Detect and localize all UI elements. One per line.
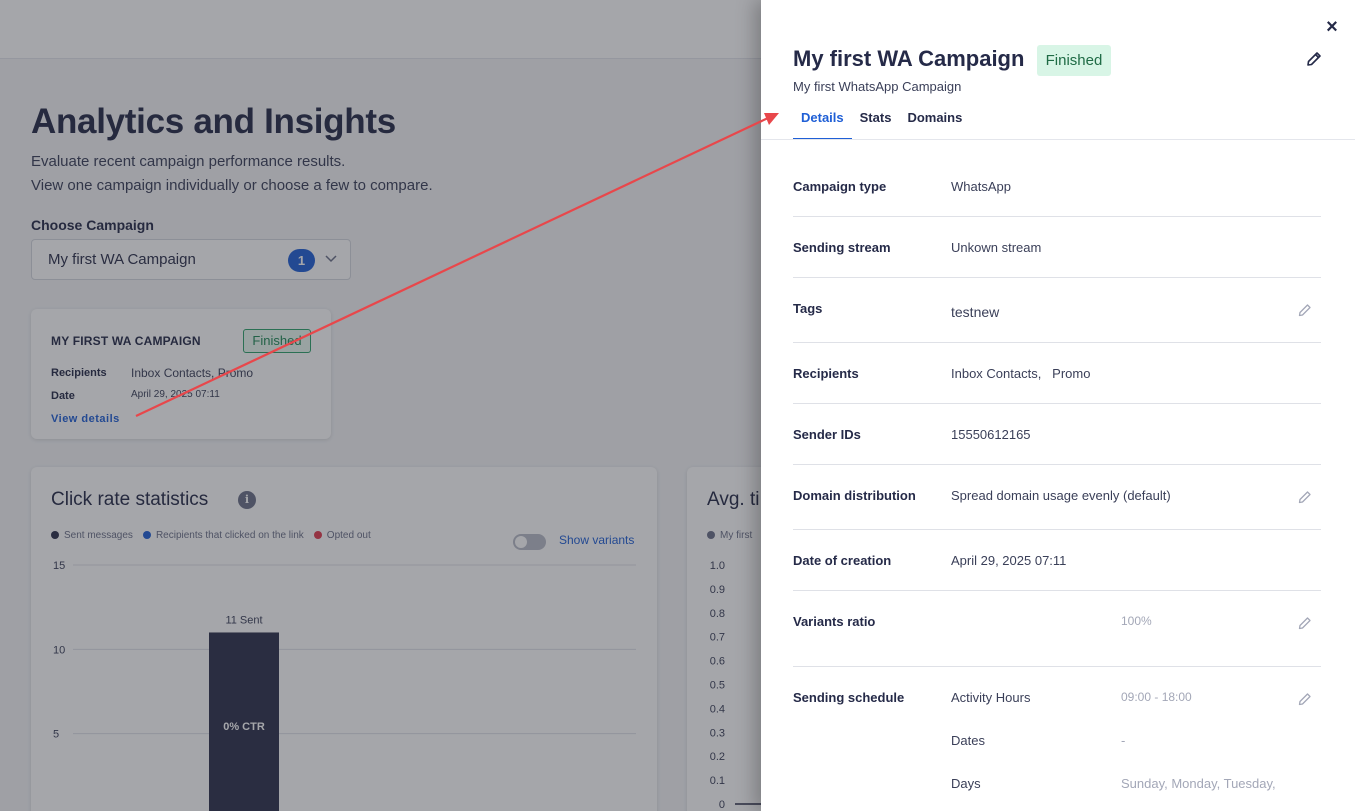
schedule-activity-label: Activity Hours <box>951 690 1031 705</box>
drawer-title: My first WA Campaign <box>793 46 1025 71</box>
detail-value: Inbox Contacts, Promo <box>951 366 1091 381</box>
detail-row-domain-distribution: Domain distribution Spread domain usage … <box>793 465 1321 530</box>
detail-label: Variants ratio <box>793 614 876 629</box>
schedule-days-label: Days <box>951 776 981 791</box>
tab-domains[interactable]: Domains <box>899 105 970 140</box>
detail-value: Unkown stream <box>951 240 1042 255</box>
tab-details[interactable]: Details <box>793 105 852 140</box>
detail-value: April 29, 2025 07:11 <box>951 553 1067 568</box>
detail-row-tags: Tags testnew <box>793 278 1321 343</box>
status-badge: Finished <box>1037 45 1111 76</box>
detail-value: 15550612165 <box>951 427 1031 442</box>
schedule-days-value: Sunday, Monday, Tuesday, <box>1121 776 1276 791</box>
detail-row-campaign-type: Campaign type WhatsApp <box>793 140 1321 217</box>
detail-value: 100% <box>1121 614 1152 628</box>
edit-pencil-icon[interactable] <box>1305 50 1323 68</box>
detail-label: Date of creation <box>793 553 892 568</box>
detail-label: Campaign type <box>793 179 887 194</box>
schedule-dates-value: - <box>1121 733 1126 748</box>
detail-label: Tags <box>793 301 823 316</box>
detail-row-sending-stream: Sending stream Unkown stream <box>793 217 1321 278</box>
detail-value: testnew <box>951 304 1000 320</box>
campaign-details-drawer: × My first WA Campaign Finished My first… <box>761 0 1355 811</box>
detail-value: WhatsApp <box>951 179 1011 194</box>
detail-row-variants-ratio: Variants ratio 100% <box>793 591 1321 667</box>
detail-row-recipients: Recipients Inbox Contacts, Promo <box>793 343 1321 404</box>
detail-row-date-of-creation: Date of creation April 29, 2025 07:11 <box>793 530 1321 591</box>
drawer-subtitle: My first WhatsApp Campaign <box>793 79 962 94</box>
detail-row-sending-schedule: Sending schedule Activity Hours 09:00 - … <box>793 667 1321 811</box>
detail-label: Recipients <box>793 366 859 381</box>
edit-pencil-icon[interactable] <box>1297 615 1313 631</box>
edit-pencil-icon[interactable] <box>1297 691 1313 707</box>
drawer-tabs: Details Stats Domains <box>793 105 970 140</box>
detail-label: Sending schedule <box>793 690 905 705</box>
close-icon[interactable]: × <box>1321 16 1343 38</box>
detail-row-sender-ids: Sender IDs 15550612165 <box>793 404 1321 465</box>
edit-pencil-icon[interactable] <box>1297 489 1313 505</box>
detail-label: Sender IDs <box>793 427 861 442</box>
detail-value: Spread domain usage evenly (default) <box>951 488 1171 503</box>
detail-label: Sending stream <box>793 240 891 255</box>
schedule-dates-label: Dates <box>951 733 985 748</box>
detail-label: Domain distribution <box>793 488 916 503</box>
tab-stats[interactable]: Stats <box>852 105 900 140</box>
edit-pencil-icon[interactable] <box>1297 302 1313 318</box>
schedule-activity-value: 09:00 - 18:00 <box>1121 690 1192 704</box>
